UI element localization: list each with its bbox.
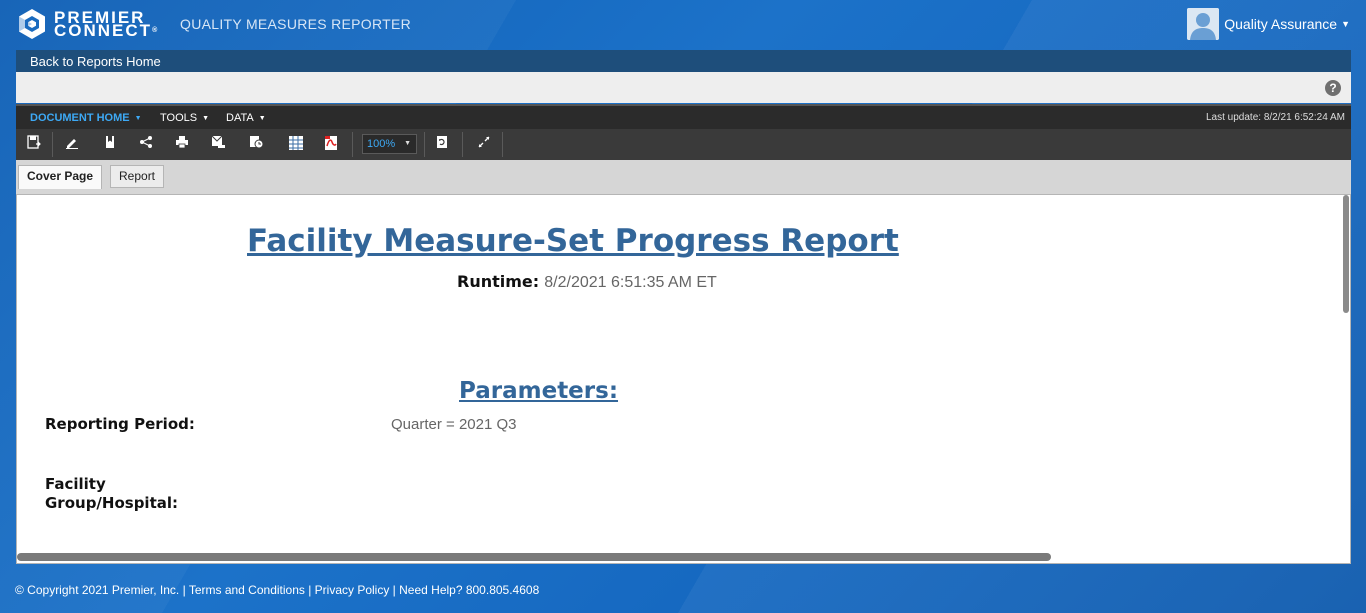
horizontal-scrollbar[interactable]: [17, 553, 1051, 561]
help-icon[interactable]: ?: [1325, 80, 1341, 96]
chevron-down-icon: ▼: [404, 140, 411, 147]
app-title: QUALITY MEASURES REPORTER: [180, 16, 412, 32]
facility-label-line1: Facility: [45, 475, 106, 493]
report-canvas[interactable]: Facility Measure-Set Progress Report Run…: [16, 194, 1351, 564]
logo-registered-mark: ®: [152, 27, 160, 34]
chevron-down-icon: ▼: [134, 115, 142, 122]
bookmark-icon[interactable]: [100, 135, 120, 153]
back-to-reports-link[interactable]: Back to Reports Home: [16, 50, 1351, 72]
chevron-down-icon: ▼: [258, 115, 266, 122]
report-title: Facility Measure-Set Progress Report: [247, 223, 899, 259]
runtime-value: 8/2/2021 6:51:35 AM ET: [544, 274, 717, 291]
parameters-heading: Parameters:: [459, 378, 619, 404]
toolbar-separator: [502, 132, 503, 157]
report-tabs: Cover Page Report: [16, 160, 1351, 194]
menu-label: DATA: [226, 112, 254, 124]
runtime-line: Runtime: 8/2/2021 6:51:35 AM ET: [457, 272, 717, 292]
menu-document-home[interactable]: DOCUMENT HOME ▼: [30, 112, 142, 124]
chevron-down-icon: ▼: [202, 115, 210, 122]
toolbar-separator: [462, 132, 463, 157]
avatar: [1187, 8, 1220, 40]
reporting-period-value: Quarter = 2021 Q3: [391, 416, 517, 433]
share-icon[interactable]: [136, 135, 156, 153]
tab-report[interactable]: Report: [110, 165, 165, 188]
tab-cover-page[interactable]: Cover Page: [18, 165, 103, 189]
facility-group-label: Facility Group/Hospital:: [45, 475, 178, 513]
refresh-icon[interactable]: [432, 135, 452, 153]
email-icon[interactable]: [208, 135, 228, 153]
edit-icon[interactable]: [62, 135, 82, 153]
facility-label-line2: Group/Hospital:: [45, 494, 179, 512]
footer-text: © Copyright 2021 Premier, Inc. | Terms a…: [15, 583, 540, 597]
reporting-period-label: Reporting Period:: [45, 415, 195, 433]
export-excel-icon[interactable]: [286, 135, 306, 153]
viewer-toolbar: 100% ▼: [16, 129, 1351, 160]
schedule-icon[interactable]: [246, 135, 266, 153]
top-header: PREMIER CONNECT® QUALITY MEASURES REPORT…: [0, 0, 1366, 50]
user-menu[interactable]: Quality Assurance ▼: [1187, 8, 1350, 40]
zoom-select[interactable]: 100% ▼: [362, 134, 417, 154]
toolbar-separator: [52, 132, 53, 157]
menu-tools[interactable]: TOOLS ▼: [160, 112, 209, 124]
zoom-value: 100%: [367, 138, 396, 150]
vertical-scrollbar[interactable]: [1343, 195, 1349, 313]
menu-label: TOOLS: [160, 112, 198, 124]
menu-label: DOCUMENT HOME: [30, 112, 130, 124]
chevron-down-icon: ▼: [1341, 19, 1350, 29]
menu-data[interactable]: DATA ▼: [226, 112, 266, 124]
toolbar-separator: [424, 132, 425, 157]
viewer-menubar: DOCUMENT HOME ▼ TOOLS ▼ DATA ▼ Last update:…: [16, 104, 1351, 129]
user-name: Quality Assurance: [1224, 16, 1338, 32]
help-bar: ?: [16, 72, 1351, 103]
last-update-text: Last update: 8/2/21 6:52:24 AM: [1206, 112, 1345, 123]
runtime-label: Runtime:: [457, 272, 540, 291]
fullscreen-icon[interactable]: [474, 135, 494, 153]
logo-text-connect: CONNECT: [54, 21, 153, 40]
export-pdf-icon[interactable]: [321, 135, 341, 153]
premier-logo-icon: [16, 8, 48, 40]
print-icon[interactable]: [172, 135, 192, 153]
save-icon[interactable]: [24, 135, 44, 153]
premier-connect-logo[interactable]: PREMIER CONNECT®: [16, 8, 159, 40]
toolbar-separator: [352, 132, 353, 157]
